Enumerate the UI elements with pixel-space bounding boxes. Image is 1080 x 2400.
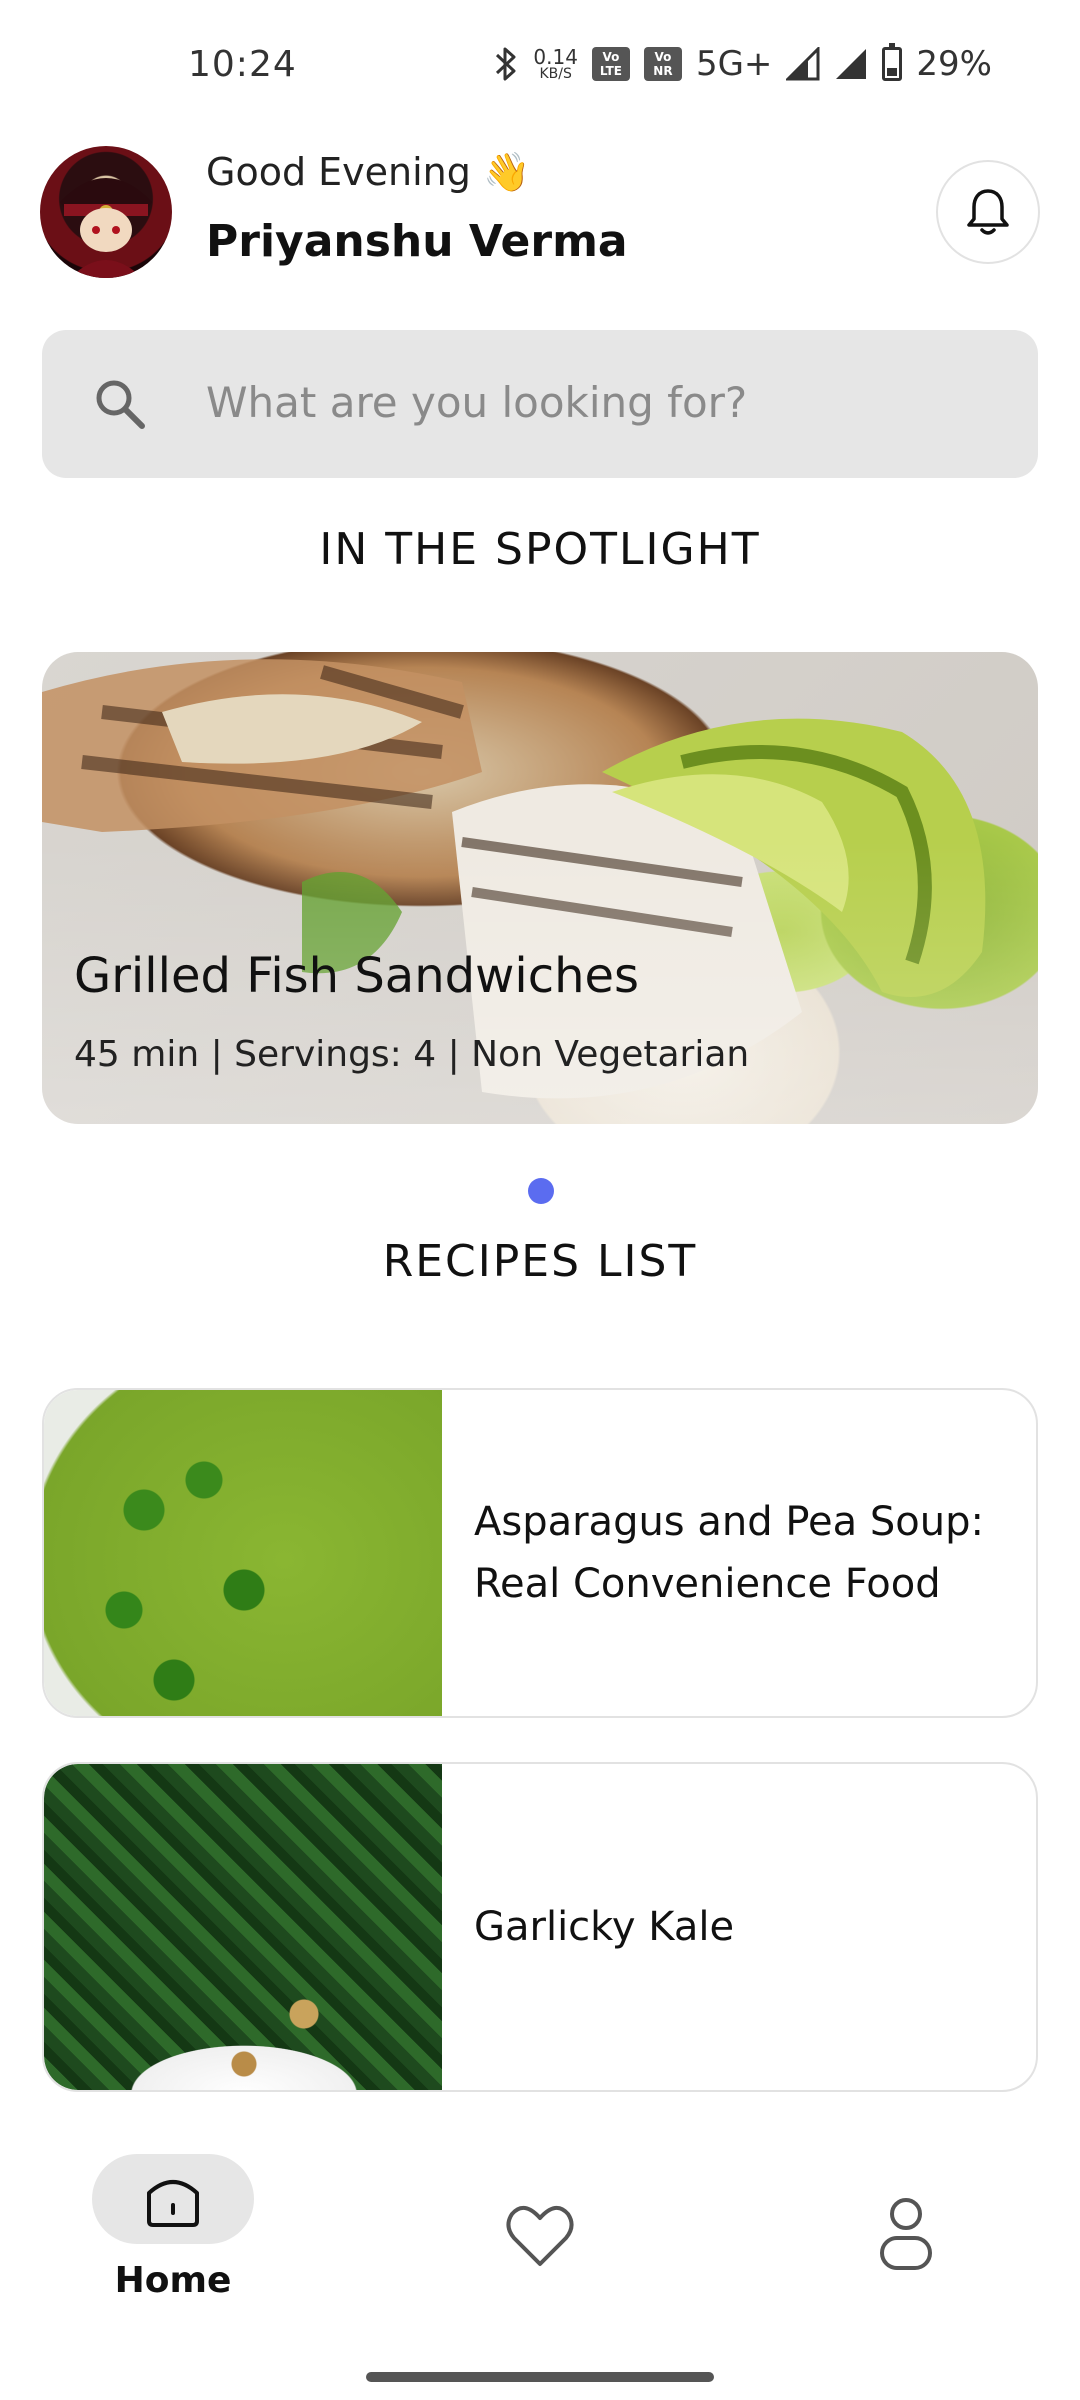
home-icon — [147, 2180, 199, 2227]
recipe-title: Asparagus and Pea Soup: Real Convenience… — [474, 1499, 984, 1607]
sim2-badge-bottom: NR — [653, 64, 673, 78]
recipe-card[interactable]: Garlicky Kale — [42, 1762, 1038, 2092]
search-icon — [96, 380, 145, 429]
spotlight-card[interactable]: Grilled Fish Sandwiches 45 min | Serving… — [42, 652, 1038, 1124]
user-name: Priyanshu Verma — [206, 216, 628, 267]
notification-button[interactable] — [936, 160, 1040, 264]
spotlight-title: Grilled Fish Sandwiches — [74, 948, 640, 1004]
avatar[interactable] — [40, 146, 172, 278]
sim1-badge-top: Vo — [602, 50, 620, 64]
network-speed-value: 0.14 — [533, 45, 578, 69]
battery-level: 29% — [916, 44, 992, 84]
gesture-navigation-bar[interactable] — [366, 2372, 714, 2382]
network-speed: 0.14 KB/S — [533, 47, 578, 81]
bottom-navigation: Home — [0, 2140, 1080, 2340]
sim2-vonr-badge: Vo NR — [643, 47, 682, 81]
signal-icon — [836, 49, 867, 79]
battery-icon — [882, 43, 903, 81]
status-icons: 0.14 KB/S Vo LTE Vo NR 5G+ 29% — [493, 43, 992, 84]
app-screen: 10:24 0.14 KB/S Vo LTE Vo NR 5G+ 29% Goo… — [0, 0, 1080, 2400]
sim1-volte-badge: Vo LTE — [591, 47, 630, 81]
nav-home-label[interactable]: Home — [92, 2260, 254, 2301]
avatar-illustration — [60, 178, 152, 278]
signal-icon — [786, 47, 820, 81]
carousel-indicator-active[interactable] — [528, 1178, 554, 1204]
bell-icon — [967, 189, 1009, 235]
network-speed-unit: KB/S — [539, 66, 572, 82]
network-type: 5G+ — [695, 44, 773, 84]
greeting-text: Good Evening 👋 — [206, 150, 531, 194]
recipes-section-title: RECIPES LIST — [382, 1236, 698, 1287]
spotlight-meta: 45 min | Servings: 4 | Non Vegetarian — [74, 1034, 750, 1075]
heart-icon[interactable] — [504, 2200, 576, 2272]
nav-home-button[interactable] — [92, 2154, 254, 2244]
search-input[interactable]: What are you looking for? — [206, 378, 747, 427]
recipe-card[interactable]: Asparagus and Pea Soup: Real Convenience… — [42, 1388, 1038, 1718]
recipe-title: Garlicky Kale — [474, 1904, 735, 1950]
spotlight-section-title: IN THE SPOTLIGHT — [319, 524, 761, 575]
recipe-image — [44, 1390, 442, 1716]
search-bar[interactable]: What are you looking for? — [42, 330, 1038, 478]
sim2-badge-top: Vo — [654, 50, 672, 64]
sim1-badge-bottom: LTE — [599, 64, 622, 78]
bluetooth-icon — [496, 47, 516, 81]
status-time: 10:24 — [188, 44, 297, 85]
status-bar: 10:24 0.14 KB/S Vo LTE Vo NR 5G+ 29% — [0, 0, 1080, 140]
recipe-image — [44, 1764, 442, 2090]
profile-icon[interactable] — [874, 2194, 938, 2272]
